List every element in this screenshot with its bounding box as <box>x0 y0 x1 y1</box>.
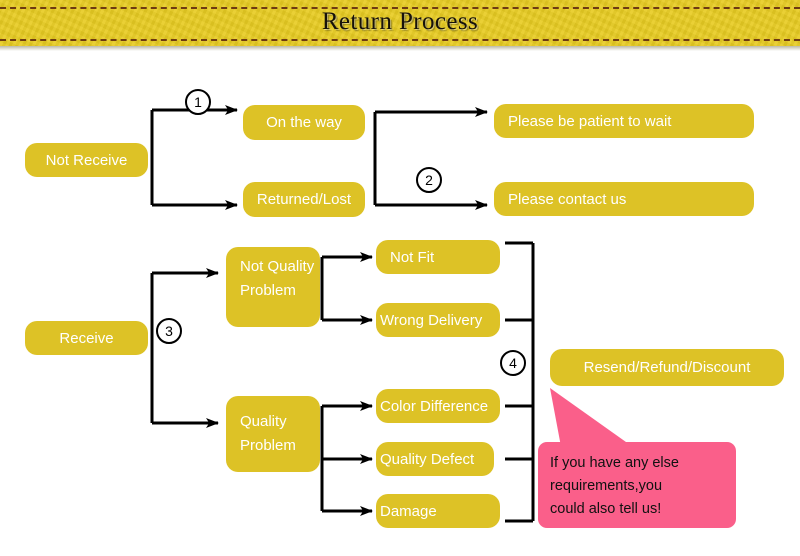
node-color-difference-label: Color Difference <box>380 397 489 415</box>
node-resend-refund-discount[interactable]: Resend/Refund/Discount <box>550 349 784 386</box>
node-on-the-way-label: On the way <box>266 114 342 131</box>
marker-step-4-label: 4 <box>509 355 517 371</box>
marker-step-4: 4 <box>500 350 526 376</box>
node-damage-label: Damage <box>380 502 437 520</box>
marker-step-1: 1 <box>185 89 211 115</box>
node-not-quality-problem-label: Not Quality Problem <box>240 258 315 299</box>
marker-step-2: 2 <box>416 167 442 193</box>
node-not-quality-problem[interactable]: Not Quality Problem <box>226 247 320 327</box>
node-on-the-way[interactable]: On the way <box>243 105 365 140</box>
marker-step-1-label: 1 <box>194 94 202 110</box>
node-not-fit-label: Not Fit <box>390 248 435 266</box>
marker-step-3-label: 3 <box>165 323 173 339</box>
node-wrong-delivery-label: Wrong Delivery <box>380 311 483 329</box>
node-resend-refund-discount-label: Resend/Refund/Discount <box>583 359 751 376</box>
marker-step-2-label: 2 <box>425 172 433 188</box>
node-contact-us[interactable]: Please contact us <box>494 182 754 216</box>
return-process-page: Return Process Not Receive Receive On th… <box>0 0 800 556</box>
node-be-patient-label: Please be patient to wait <box>508 112 672 130</box>
node-damage[interactable]: Damage <box>376 494 500 528</box>
node-returned-lost[interactable]: Returned/Lost <box>243 182 365 217</box>
flow-diagram: Not Receive Receive On the way Returned/… <box>0 0 800 556</box>
node-wrong-delivery[interactable]: Wrong Delivery <box>376 303 500 337</box>
node-be-patient[interactable]: Please be patient to wait <box>494 104 754 138</box>
node-quality-problem[interactable]: Quality Problem <box>226 396 320 472</box>
node-not-receive[interactable]: Not Receive <box>25 143 148 177</box>
node-receive[interactable]: Receive <box>25 321 148 355</box>
marker-step-3: 3 <box>156 318 182 344</box>
node-receive-label: Receive <box>59 329 114 347</box>
callout-line-3: could also tell us! <box>550 501 662 517</box>
callout-bubble: If you have any else requirements,you co… <box>538 442 736 528</box>
node-quality-problem-label: Quality Problem <box>240 413 296 454</box>
node-color-difference[interactable]: Color Difference <box>376 389 500 423</box>
callout-line-2: requirements,you <box>550 478 663 494</box>
node-contact-us-label: Please contact us <box>508 190 627 208</box>
node-quality-defect-label: Quality Defect <box>380 450 475 468</box>
node-quality-defect[interactable]: Quality Defect <box>376 442 494 476</box>
node-not-receive-label: Not Receive <box>45 151 128 169</box>
node-returned-lost-label: Returned/Lost <box>256 191 352 208</box>
node-not-fit[interactable]: Not Fit <box>376 240 500 274</box>
callout-line-1: If you have any else <box>550 455 679 471</box>
